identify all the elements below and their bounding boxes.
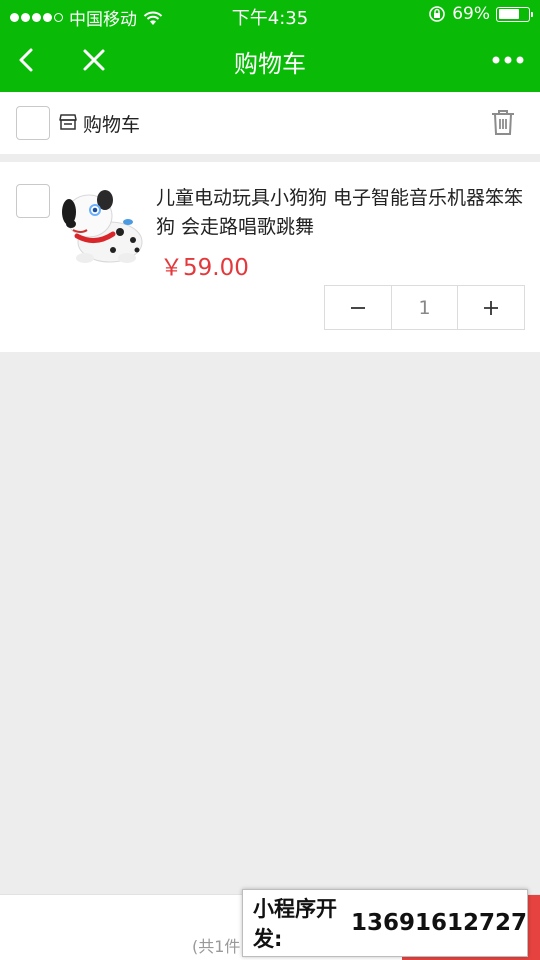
status-bar: 中国移动 下午4:35 69% [0, 0, 540, 30]
minus-icon [351, 306, 365, 309]
item-checkbox[interactable] [16, 184, 50, 218]
promo-label: 小程序开发: [253, 897, 337, 951]
product-price: ￥59.00 [160, 255, 249, 281]
quantity-value[interactable]: 1 [391, 286, 458, 329]
store-icon [59, 114, 77, 130]
quantity-stepper: 1 [324, 285, 525, 330]
shop-header: 购物车 [0, 92, 540, 154]
battery-icon [496, 6, 533, 22]
product-name[interactable]: 儿童电动玩具小狗狗 电子智能音乐机器笨笨狗 会走路唱歌跳舞 [156, 184, 528, 242]
cart-item: 儿童电动玩具小狗狗 电子智能音乐机器笨笨狗 会走路唱歌跳舞 ￥59.00 1 [0, 162, 540, 352]
battery-fill [498, 9, 519, 19]
increase-button[interactable] [458, 286, 524, 329]
promo-phone: 13691612727 [350, 910, 527, 936]
promo-overlay: 小程序开发: 13691612727 [242, 889, 528, 957]
page-title: 购物车 [234, 50, 306, 78]
rotation-lock-icon [429, 6, 446, 22]
more-dots-icon[interactable] [488, 42, 528, 78]
total-count: (共1件 [192, 937, 241, 956]
toy-dog-image[interactable] [55, 180, 147, 270]
battery-percent: 69% [452, 4, 490, 24]
shop-title: 购物车 [83, 114, 141, 136]
nav-bar: 购物车 [0, 30, 540, 92]
decrease-button[interactable] [325, 286, 391, 329]
trash-icon[interactable] [490, 108, 516, 136]
status-right: 69% [428, 4, 533, 24]
select-all-checkbox[interactable] [16, 106, 50, 140]
plus-icon [484, 300, 498, 315]
